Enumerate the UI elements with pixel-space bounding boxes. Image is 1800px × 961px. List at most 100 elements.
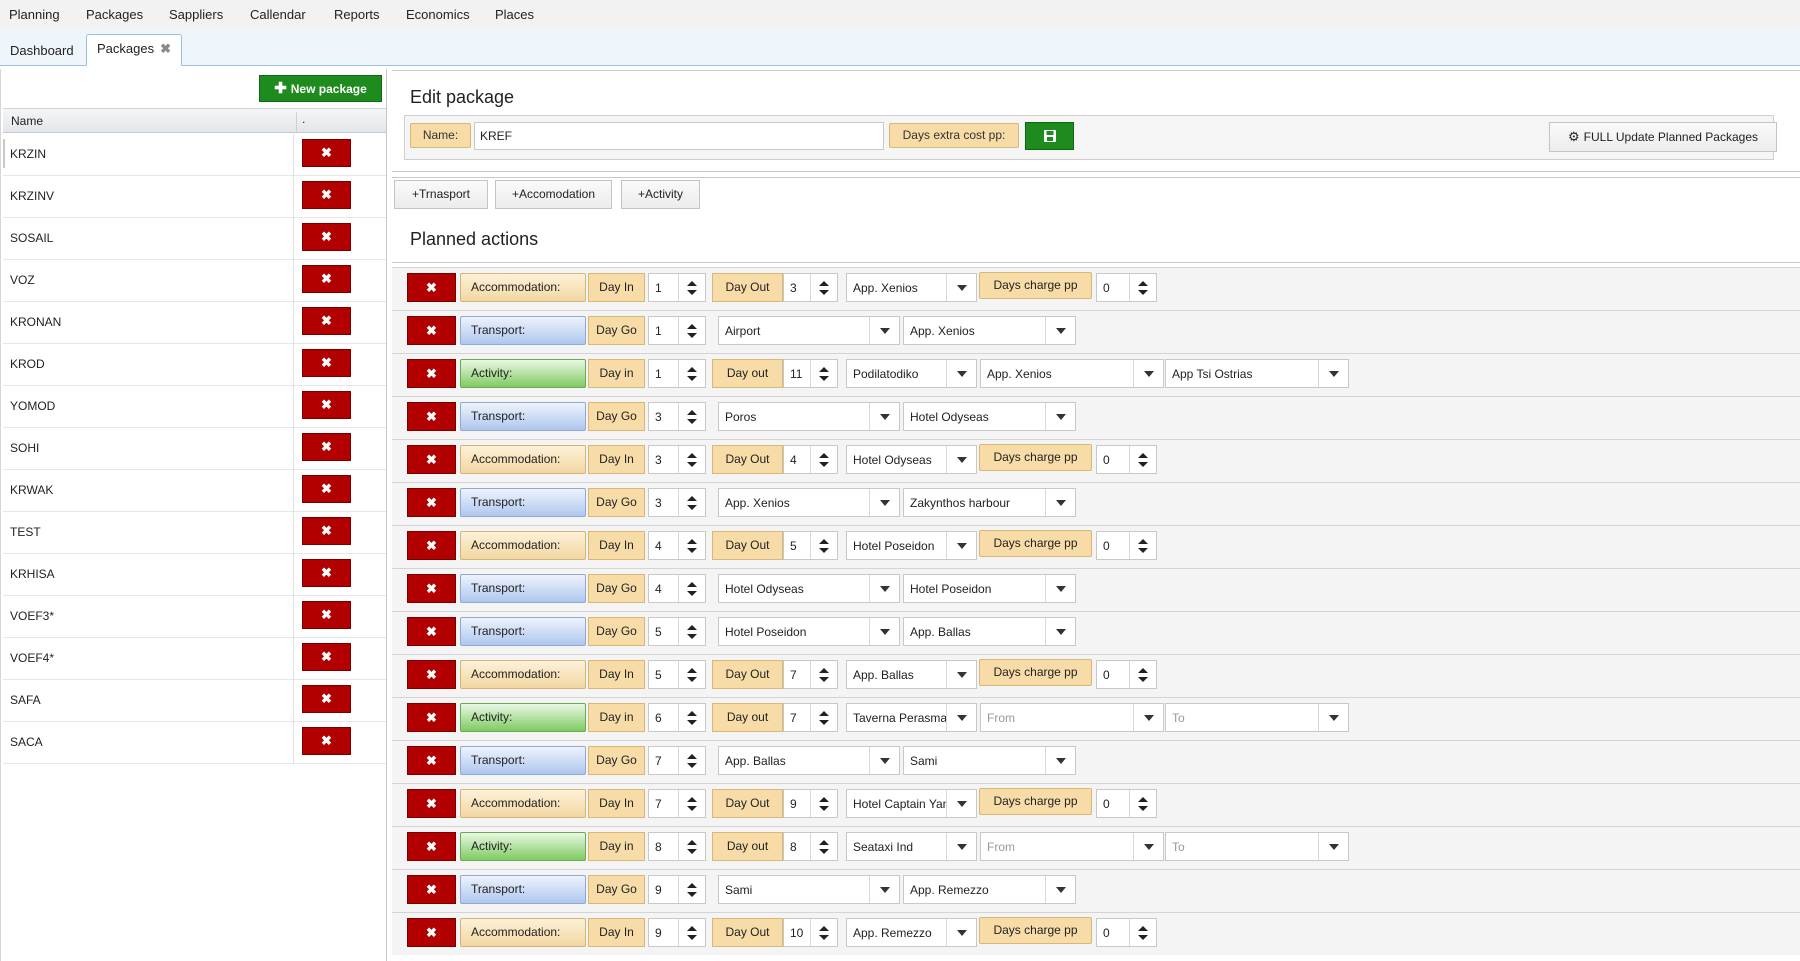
- activity-from-select[interactable]: From: [980, 703, 1164, 732]
- day-start-stepper[interactable]: 6: [648, 703, 706, 732]
- accommodation-select[interactable]: App. Xenios: [846, 273, 977, 302]
- transport-to-select[interactable]: Sami: [903, 746, 1076, 775]
- arrow-up-icon[interactable]: [687, 797, 697, 802]
- dropdown-button[interactable]: [1045, 618, 1075, 645]
- spinner-arrows[interactable]: [678, 274, 705, 301]
- day-start-stepper[interactable]: 9: [648, 918, 706, 947]
- arrow-down-icon[interactable]: [687, 591, 697, 596]
- day-start-stepper[interactable]: 1: [648, 316, 706, 345]
- arrow-down-icon[interactable]: [1138, 677, 1148, 682]
- package-name-input[interactable]: KREF: [474, 122, 884, 150]
- transport-from-select[interactable]: App. Xenios: [718, 488, 900, 517]
- spinner-arrows[interactable]: [810, 360, 837, 387]
- arrow-down-icon[interactable]: [819, 677, 829, 682]
- transport-from-select[interactable]: Airport: [718, 316, 900, 345]
- arrow-up-icon[interactable]: [819, 367, 829, 372]
- menu-suppliers[interactable]: Sappliers: [169, 7, 223, 22]
- transport-to-select[interactable]: Hotel Odyseas: [903, 402, 1076, 431]
- delete-action-button[interactable]: ✖: [407, 273, 456, 302]
- delete-action-button[interactable]: ✖: [407, 445, 456, 474]
- arrow-up-icon[interactable]: [1138, 281, 1148, 286]
- days-charge-stepper[interactable]: 0: [1096, 445, 1157, 474]
- arrow-up-icon[interactable]: [819, 840, 829, 845]
- spinner-arrows[interactable]: [1129, 661, 1156, 688]
- arrow-up-icon[interactable]: [687, 496, 697, 501]
- package-row[interactable]: VOEF3* ✖: [3, 596, 386, 638]
- spinner-arrows[interactable]: [810, 790, 837, 817]
- delete-action-button[interactable]: ✖: [407, 359, 456, 388]
- accommodation-select[interactable]: Hotel Captain Yannis: [846, 789, 977, 818]
- transport-from-select[interactable]: Poros: [718, 402, 900, 431]
- arrow-down-icon[interactable]: [687, 333, 697, 338]
- arrow-down-icon[interactable]: [687, 892, 697, 897]
- day-end-stepper[interactable]: 7: [783, 703, 838, 732]
- spinner-arrows[interactable]: [1129, 790, 1156, 817]
- delete-package-button[interactable]: ✖: [302, 559, 351, 587]
- package-row[interactable]: SACA ✖: [3, 722, 386, 764]
- arrow-down-icon[interactable]: [687, 462, 697, 467]
- spinner-arrows[interactable]: [678, 618, 705, 645]
- delete-action-button[interactable]: ✖: [407, 488, 456, 517]
- package-row[interactable]: SOSAIL ✖: [3, 218, 386, 260]
- day-start-stepper[interactable]: 5: [648, 617, 706, 646]
- arrow-up-icon[interactable]: [687, 926, 697, 931]
- save-button[interactable]: [1025, 122, 1074, 150]
- dropdown-button[interactable]: [946, 274, 976, 301]
- day-end-stepper[interactable]: 10: [783, 918, 838, 947]
- spinner-arrows[interactable]: [678, 489, 705, 516]
- day-start-stepper[interactable]: 5: [648, 660, 706, 689]
- spinner-arrows[interactable]: [678, 317, 705, 344]
- day-end-stepper[interactable]: 4: [783, 445, 838, 474]
- spinner-arrows[interactable]: [678, 661, 705, 688]
- dropdown-button[interactable]: [1045, 747, 1075, 774]
- arrow-up-icon[interactable]: [819, 711, 829, 716]
- spinner-arrows[interactable]: [678, 532, 705, 559]
- dropdown-button[interactable]: [946, 704, 976, 731]
- dropdown-button[interactable]: [869, 317, 899, 344]
- day-end-stepper[interactable]: 3: [783, 273, 838, 302]
- delete-action-button[interactable]: ✖: [407, 402, 456, 431]
- day-end-stepper[interactable]: 9: [783, 789, 838, 818]
- tab-packages[interactable]: Packages ✖: [86, 34, 182, 66]
- dropdown-button[interactable]: [946, 532, 976, 559]
- dropdown-button[interactable]: [1045, 317, 1075, 344]
- arrow-down-icon[interactable]: [819, 720, 829, 725]
- spinner-arrows[interactable]: [1129, 919, 1156, 946]
- spinner-arrows[interactable]: [810, 833, 837, 860]
- delete-package-button[interactable]: ✖: [302, 727, 351, 755]
- day-start-stepper[interactable]: 1: [648, 359, 706, 388]
- spinner-arrows[interactable]: [678, 833, 705, 860]
- activity-select[interactable]: Podilatodiko: [846, 359, 977, 388]
- day-start-stepper[interactable]: 7: [648, 789, 706, 818]
- transport-to-select[interactable]: App. Remezzo: [903, 875, 1076, 904]
- spinner-arrows[interactable]: [678, 360, 705, 387]
- dropdown-button[interactable]: [1045, 876, 1075, 903]
- full-update-button[interactable]: ⚙ FULL Update Planned Packages: [1549, 122, 1777, 152]
- package-row[interactable]: VOEF4* ✖: [3, 638, 386, 680]
- menu-places[interactable]: Places: [495, 7, 534, 22]
- transport-from-select[interactable]: Hotel Poseidon: [718, 617, 900, 646]
- delete-package-button[interactable]: ✖: [302, 265, 351, 293]
- arrow-down-icon[interactable]: [819, 849, 829, 854]
- dropdown-button[interactable]: [1318, 704, 1348, 731]
- arrow-up-icon[interactable]: [819, 926, 829, 931]
- dropdown-button[interactable]: [946, 790, 976, 817]
- arrow-down-icon[interactable]: [819, 548, 829, 553]
- package-row[interactable]: SAFA ✖: [3, 680, 386, 722]
- package-row[interactable]: KRZIN ✖: [3, 134, 386, 176]
- dropdown-button[interactable]: [946, 360, 976, 387]
- column-header-action[interactable]: .: [296, 112, 305, 132]
- menu-economics[interactable]: Economics: [406, 7, 470, 22]
- day-end-stepper[interactable]: 11: [783, 359, 838, 388]
- activity-to-select[interactable]: App Tsi Ostrias: [1165, 359, 1349, 388]
- accommodation-select[interactable]: App. Ballas: [846, 660, 977, 689]
- arrow-up-icon[interactable]: [687, 539, 697, 544]
- dropdown-button[interactable]: [869, 403, 899, 430]
- transport-to-select[interactable]: App. Ballas: [903, 617, 1076, 646]
- spinner-arrows[interactable]: [810, 704, 837, 731]
- dropdown-button[interactable]: [1045, 489, 1075, 516]
- arrow-down-icon[interactable]: [687, 634, 697, 639]
- days-charge-stepper[interactable]: 0: [1096, 660, 1157, 689]
- delete-action-button[interactable]: ✖: [407, 660, 456, 689]
- arrow-up-icon[interactable]: [687, 625, 697, 630]
